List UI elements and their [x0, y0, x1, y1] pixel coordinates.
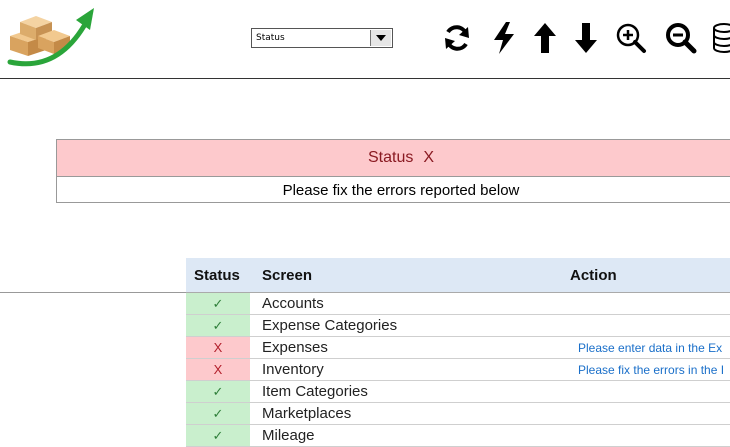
status-panel-message: Please fix the errors reported below — [282, 181, 520, 199]
table-row[interactable]: ✓ Item Categories — [186, 380, 730, 403]
table-row[interactable]: ✓ Accounts — [186, 292, 730, 315]
action-link — [558, 424, 730, 447]
status-ok-icon: ✓ — [186, 402, 250, 425]
arrow-up-icon[interactable] — [528, 20, 562, 56]
status-ok-icon: ✓ — [186, 380, 250, 403]
screen-name[interactable]: Marketplaces — [250, 402, 558, 425]
status-ok-icon: ✓ — [186, 292, 250, 315]
status-panel: Status X Please fix the errors reported … — [56, 139, 730, 203]
divider — [0, 292, 186, 293]
arrow-down-icon[interactable] — [569, 20, 603, 56]
table-row[interactable]: ✓ Expense Categories — [186, 314, 730, 337]
table-header-row: Status Screen Action — [186, 258, 730, 293]
action-link — [558, 292, 730, 315]
status-panel-label: Status — [367, 149, 414, 166]
table-row[interactable]: ✓ Mileage — [186, 424, 730, 447]
top-toolbar: Status — [0, 0, 730, 79]
action-link — [558, 314, 730, 337]
status-ok-icon: ✓ — [186, 314, 250, 337]
screen-status-table: Status Screen Action ✓ Accounts ✓ Expense C… — [186, 258, 730, 447]
screen-name[interactable]: Mileage — [250, 424, 558, 447]
status-panel-header: Status X — [57, 140, 730, 177]
screen-name[interactable]: Expenses — [250, 336, 558, 359]
column-header-status[interactable]: Status — [186, 258, 250, 293]
screen-name[interactable]: Item Categories — [250, 380, 558, 403]
status-select[interactable]: Status — [251, 28, 393, 48]
status-error-mark: X — [423, 149, 435, 166]
refresh-icon[interactable] — [440, 20, 474, 56]
column-header-screen[interactable]: Screen — [250, 258, 558, 293]
table-row[interactable]: X Inventory Please fix the errors in the I — [186, 358, 730, 381]
zoom-out-icon[interactable] — [664, 20, 698, 56]
chevron-down-icon[interactable] — [370, 30, 391, 46]
zoom-in-icon[interactable] — [614, 20, 648, 56]
logo — [7, 8, 94, 67]
status-select-value: Status — [256, 33, 285, 43]
status-error-icon: X — [186, 336, 250, 359]
status-error-icon: X — [186, 358, 250, 381]
action-link — [558, 402, 730, 425]
database-icon[interactable] — [711, 20, 730, 56]
action-link[interactable]: Please fix the errors in the I — [558, 358, 730, 381]
screen-name[interactable]: Expense Categories — [250, 314, 558, 337]
table-row[interactable]: ✓ Marketplaces — [186, 402, 730, 425]
status-ok-icon: ✓ — [186, 424, 250, 447]
action-link — [558, 380, 730, 403]
lightning-icon[interactable] — [487, 20, 521, 56]
screen-name[interactable]: Accounts — [250, 292, 558, 315]
action-link[interactable]: Please enter data in the Ex — [558, 336, 730, 359]
table-row[interactable]: X Expenses Please enter data in the Ex — [186, 336, 730, 359]
column-header-action[interactable]: Action — [558, 258, 730, 293]
screen-name[interactable]: Inventory — [250, 358, 558, 381]
